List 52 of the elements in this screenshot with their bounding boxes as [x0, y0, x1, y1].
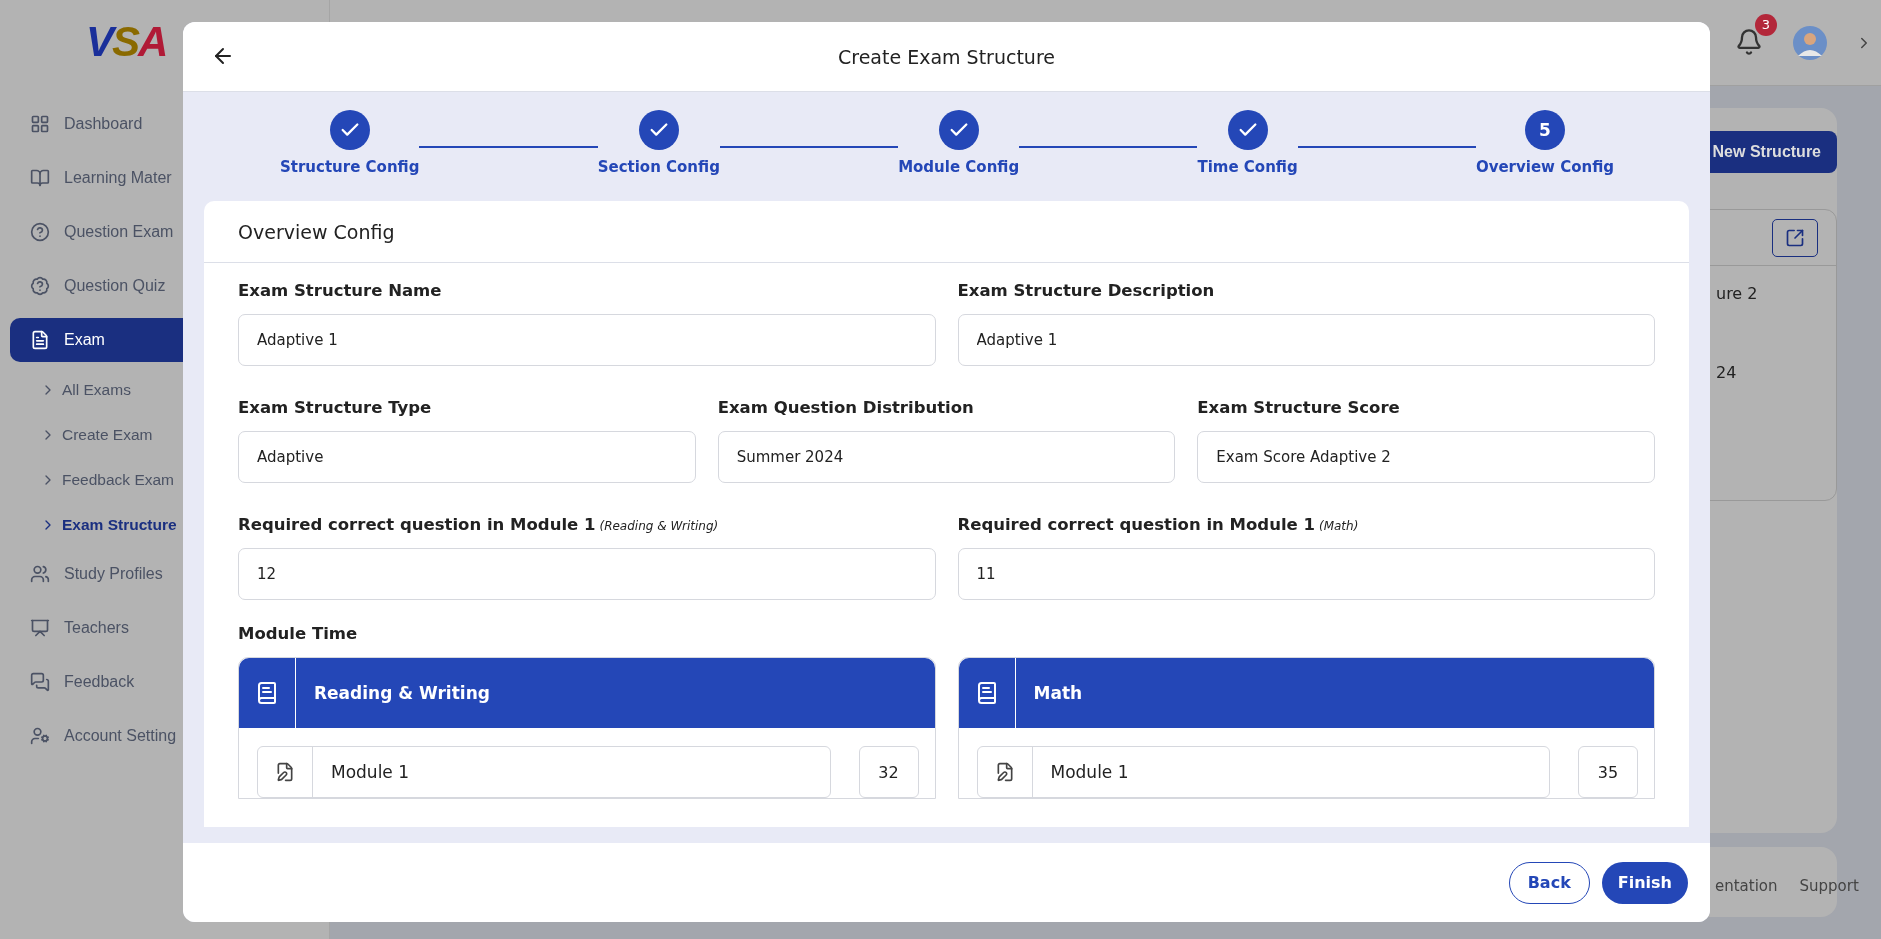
- step-label: Time Config: [1197, 158, 1298, 176]
- question-icon: [30, 222, 50, 242]
- card-text: 24: [1716, 363, 1737, 382]
- field-label: Module Time: [238, 624, 359, 643]
- panel-title: Reading & Writing: [313, 683, 490, 703]
- time-field[interactable]: 35: [1578, 746, 1638, 798]
- avatar[interactable]: [1793, 25, 1827, 60]
- step-label: Structure Config: [280, 158, 420, 176]
- field-label: Exam Structure Name: [238, 281, 443, 300]
- notification-count: 3: [1755, 13, 1777, 36]
- input-field[interactable]: Exam Score Adaptive 2: [1197, 431, 1655, 483]
- card-text: ure 2: [1716, 284, 1758, 303]
- chat-icon: [30, 672, 50, 692]
- back-button[interactable]: Back: [1508, 861, 1590, 904]
- field-label: Exam Question Distribution: [717, 398, 975, 417]
- user-gear-icon: [30, 726, 50, 746]
- external-link-icon: [1785, 227, 1805, 248]
- field-label: Required correct question in Module 1 (Reading & Writing): [238, 515, 720, 534]
- step-label: Section Config: [597, 158, 720, 176]
- modal-title: Create Exam Structure: [838, 45, 1055, 68]
- open-external-button[interactable]: [1772, 218, 1818, 257]
- step-label: Overview Config: [1475, 158, 1615, 176]
- footer-link[interactable]: Support: [1799, 877, 1859, 917]
- logo: VSA: [86, 18, 167, 67]
- input-field[interactable]: Adaptive 1: [957, 314, 1655, 366]
- presentation-icon: [30, 618, 50, 638]
- footer-link[interactable]: entation: [1715, 877, 1778, 917]
- badge-question-icon: [30, 276, 50, 296]
- input-field[interactable]: 11: [957, 548, 1655, 600]
- finish-button[interactable]: Finish: [1601, 861, 1688, 904]
- module-field[interactable]: Module 1: [976, 746, 1550, 798]
- step-label: Module Config: [898, 158, 1020, 176]
- input-field[interactable]: Adaptive: [238, 431, 696, 483]
- sidebar-item[interactable]: Dashboard: [10, 102, 319, 146]
- document-icon: [30, 330, 50, 350]
- input-field[interactable]: Adaptive 1: [238, 314, 936, 366]
- section-title: Overview Config: [204, 201, 1689, 263]
- module-field[interactable]: Module 1: [257, 746, 831, 798]
- input-field[interactable]: Summer 2024: [717, 431, 1176, 483]
- time-field[interactable]: 32: [858, 746, 919, 798]
- book-icon: [255, 681, 279, 705]
- grid-icon: [30, 114, 50, 134]
- book-icon: [30, 168, 50, 188]
- field-label: Exam Structure Type: [238, 398, 433, 417]
- input-field[interactable]: 12: [238, 548, 936, 600]
- field-label: Exam Structure Score: [1197, 398, 1401, 417]
- file-pen-icon: [275, 762, 295, 782]
- step-circle: 5: [1524, 110, 1565, 150]
- field-label: Required correct question in Module 1 (Math): [957, 515, 1360, 534]
- people-icon: [30, 564, 50, 584]
- panel-title: Math: [1032, 683, 1083, 703]
- field-label: Exam Structure Description: [957, 281, 1216, 300]
